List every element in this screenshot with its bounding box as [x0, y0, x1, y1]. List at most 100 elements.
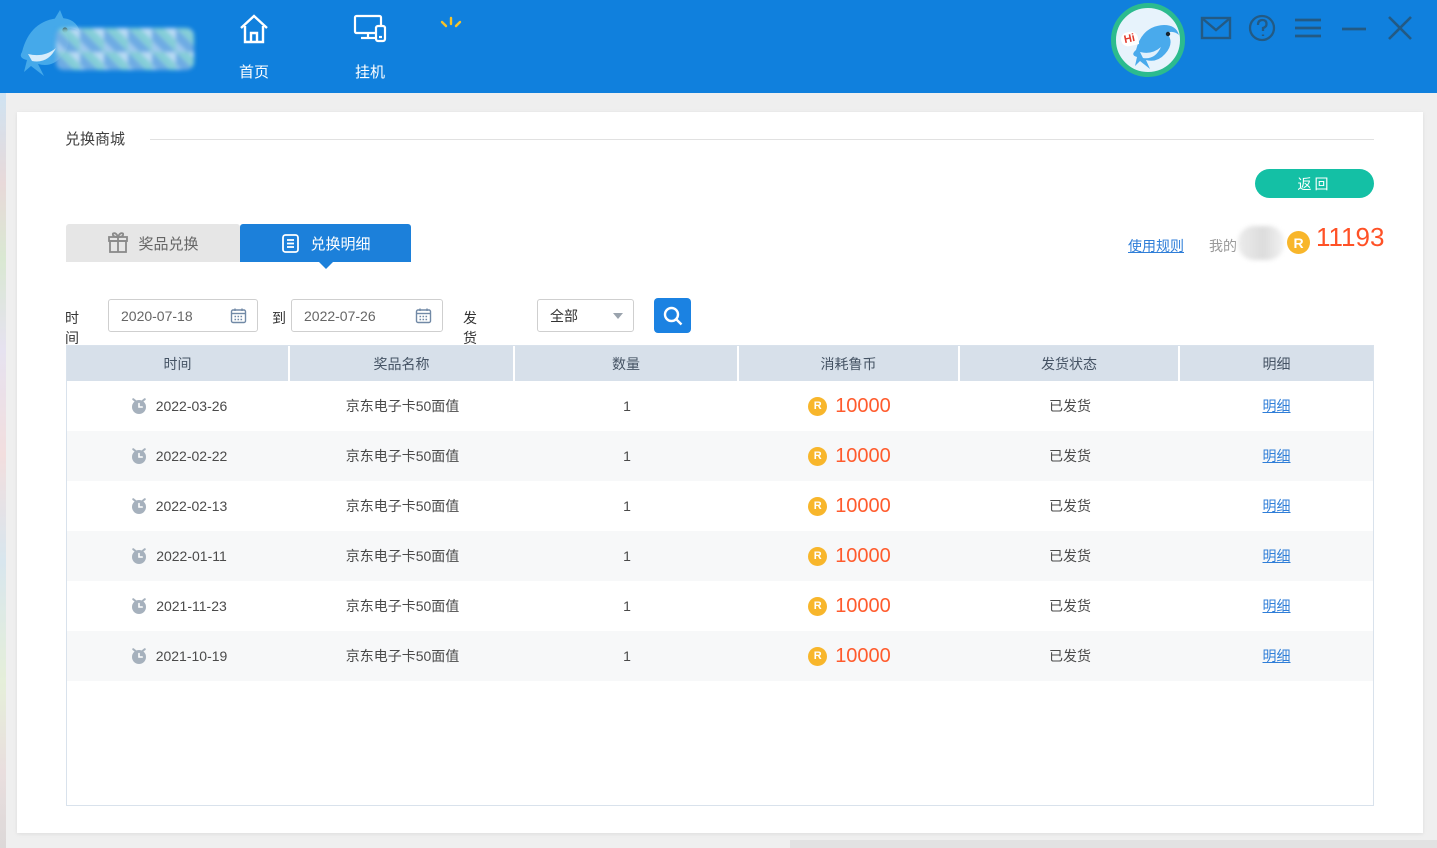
minimize-icon[interactable]: [1338, 12, 1370, 44]
chevron-down-icon: [613, 313, 623, 319]
date-to-value: 2022-07-26: [304, 308, 415, 324]
cell-quantity: 1: [515, 631, 739, 681]
cell-coins-spent: R 10000: [739, 631, 960, 681]
coin-icon: R: [808, 597, 827, 616]
cell-time-value: 2022-02-13: [156, 498, 228, 514]
usage-rules-link[interactable]: 使用规则: [1128, 236, 1184, 256]
header-coins-spent: 消耗鲁币: [739, 346, 960, 381]
coin-icon: R: [1287, 231, 1310, 254]
cell-coins-spent: R 10000: [739, 381, 960, 431]
table-header-row: 时间 奖品名称 数量 消耗鲁币 发货状态 明细: [67, 346, 1373, 381]
monitor-phone-icon: [352, 12, 388, 46]
cell-coins-spent: R 10000: [739, 581, 960, 631]
desktop-edge: [0, 93, 6, 848]
cell-shipping-status: 已发货: [960, 631, 1180, 681]
clock-icon: [130, 597, 148, 615]
cell-time: 2022-03-26: [67, 381, 290, 431]
taskbar-edge: [790, 840, 1437, 848]
cell-prize-name: 京东电子卡50面值: [290, 531, 515, 581]
balance-prefix-label: 我的: [1209, 236, 1237, 256]
back-button[interactable]: 返回: [1255, 169, 1374, 198]
clock-icon: [130, 447, 148, 465]
table-row: 2022-03-26 京东电子卡50面值 1 R 10000 已发货 明细: [67, 381, 1373, 431]
page-title: 兑换商城: [65, 128, 125, 149]
search-icon: [662, 305, 684, 327]
nav-home[interactable]: 首页: [222, 12, 286, 82]
calendar-icon: [230, 307, 247, 324]
tab-bar: 奖品兑换 兑换明细: [66, 224, 411, 262]
nav-home-label: 首页: [239, 64, 269, 82]
detail-link[interactable]: 明细: [1263, 396, 1291, 416]
table-row: 2021-10-19 京东电子卡50面值 1 R 10000 已发货 明细: [67, 631, 1373, 681]
cell-prize-name: 京东电子卡50面值: [290, 381, 515, 431]
title-divider: [150, 139, 1374, 140]
help-icon[interactable]: [1246, 12, 1278, 44]
nav-idle[interactable]: 挂机: [338, 12, 402, 82]
cell-quantity: 1: [515, 481, 739, 531]
cell-shipping-status: 已发货: [960, 431, 1180, 481]
cell-prize-name: 京东电子卡50面值: [290, 631, 515, 681]
exchange-details-table: 时间 奖品名称 数量 消耗鲁币 发货状态 明细 2022-03-26 京东电子卡…: [66, 345, 1374, 806]
detail-link[interactable]: 明细: [1263, 496, 1291, 516]
cell-coins-spent: R 10000: [739, 481, 960, 531]
table-row: 2021-11-23 京东电子卡50面值 1 R 10000 已发货 明细: [67, 581, 1373, 631]
cell-time-value: 2021-10-19: [156, 648, 228, 664]
cell-shipping-status: 已发货: [960, 581, 1180, 631]
titlebar: 首页 挂机 Hi: [0, 0, 1437, 93]
cell-coins-value: 10000: [835, 545, 891, 568]
clock-icon: [130, 547, 148, 565]
titlebar-icons: [1200, 10, 1416, 46]
cell-coins-spent: R 10000: [739, 531, 960, 581]
shipping-status-select[interactable]: 全部: [537, 299, 634, 332]
coin-icon: R: [808, 647, 827, 666]
cell-quantity: 1: [515, 531, 739, 581]
detail-link[interactable]: 明细: [1263, 596, 1291, 616]
user-avatar[interactable]: Hi: [1111, 3, 1185, 77]
clock-icon: [130, 647, 148, 665]
nav-idle-label: 挂机: [355, 64, 385, 82]
detail-link[interactable]: 明细: [1263, 446, 1291, 466]
cell-time: 2022-01-11: [67, 531, 290, 581]
cell-quantity: 1: [515, 381, 739, 431]
detail-link[interactable]: 明细: [1263, 646, 1291, 666]
tab-exchange-details[interactable]: 兑换明细: [240, 224, 411, 262]
date-from-value: 2020-07-18: [121, 308, 230, 324]
cell-time: 2022-02-22: [67, 431, 290, 481]
table-row: 2022-01-11 京东电子卡50面值 1 R 10000 已发货 明细: [67, 531, 1373, 581]
cell-quantity: 1: [515, 581, 739, 631]
tab-exchange-details-label: 兑换明细: [310, 233, 370, 254]
header-prize-name: 奖品名称: [290, 346, 515, 381]
cell-coins-value: 10000: [835, 495, 891, 518]
gift-icon: [107, 232, 129, 254]
coin-icon: R: [808, 447, 827, 466]
cell-shipping-status: 已发货: [960, 381, 1180, 431]
coin-icon: R: [808, 547, 827, 566]
mail-icon[interactable]: [1200, 12, 1232, 44]
to-label: 到: [272, 308, 286, 328]
cell-prize-name: 京东电子卡50面值: [290, 581, 515, 631]
search-button[interactable]: [654, 298, 691, 333]
header-time: 时间: [67, 346, 290, 381]
detail-link[interactable]: 明细: [1263, 546, 1291, 566]
home-icon: [237, 12, 271, 46]
list-icon: [280, 233, 301, 254]
cell-time-value: 2021-11-23: [156, 598, 227, 614]
close-icon[interactable]: [1384, 12, 1416, 44]
coin-icon: R: [808, 497, 827, 516]
shipping-status-value: 全部: [550, 306, 605, 326]
cell-time-value: 2022-01-11: [156, 548, 227, 564]
cell-prize-name: 京东电子卡50面值: [290, 431, 515, 481]
app-window: 首页 挂机 Hi: [0, 0, 1437, 848]
date-to-input[interactable]: 2022-07-26: [291, 299, 443, 332]
menu-icon[interactable]: [1292, 12, 1324, 44]
sparkle-icon: [438, 16, 464, 36]
cell-time: 2021-11-23: [67, 581, 290, 631]
cell-coins-value: 10000: [835, 595, 891, 618]
tab-prize-exchange-label: 奖品兑换: [138, 233, 198, 254]
tab-prize-exchange[interactable]: 奖品兑换: [66, 224, 240, 262]
date-from-input[interactable]: 2020-07-18: [108, 299, 258, 332]
coin-icon: R: [808, 397, 827, 416]
table-body: 2022-03-26 京东电子卡50面值 1 R 10000 已发货 明细: [67, 381, 1373, 681]
cell-coins-value: 10000: [835, 645, 891, 668]
header-detail: 明细: [1180, 346, 1373, 381]
